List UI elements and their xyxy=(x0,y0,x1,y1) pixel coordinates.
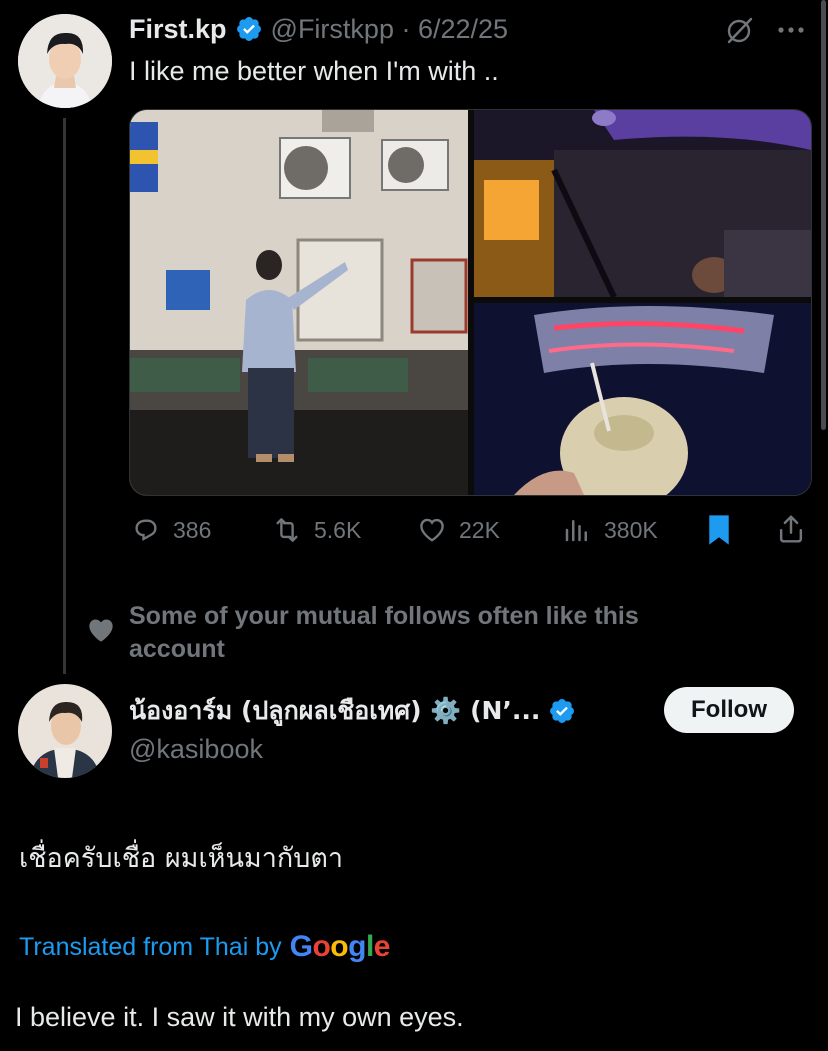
photo-car-at-night[interactable] xyxy=(474,110,811,299)
photo-coconut-neon-sign[interactable] xyxy=(474,303,811,495)
reply-handle[interactable]: @kasibook xyxy=(129,734,263,765)
reply-verified-badge-icon xyxy=(548,697,576,725)
scrollbar[interactable] xyxy=(821,0,826,430)
share-icon xyxy=(779,515,803,543)
avatar-first[interactable] xyxy=(18,14,112,108)
repost-count: 5.6K xyxy=(314,516,362,543)
like-count: 22K xyxy=(459,516,500,543)
translation-attribution[interactable]: Translated from Thai by Google xyxy=(19,930,390,964)
reply-text: เชื่อครับเชื่อ ผมเห็นมากับตา xyxy=(19,843,344,874)
repost-icon xyxy=(276,518,298,542)
translated-label: Translated from Thai by xyxy=(19,932,282,961)
share-button[interactable] xyxy=(776,513,806,545)
more-icon[interactable] xyxy=(776,22,808,38)
follow-button[interactable]: Follow xyxy=(664,687,794,733)
media-grid[interactable] xyxy=(129,109,812,496)
photo-man-pointing-at-wall[interactable] xyxy=(130,110,468,495)
translation-text: I believe it. I saw it with my own eyes. xyxy=(15,1002,464,1032)
author-handle-date[interactable]: @Firstkpp · 6/22/25 xyxy=(271,14,509,45)
author-name[interactable]: First.kp xyxy=(129,14,227,45)
social-context-text: Some of your mutual follows often like t… xyxy=(129,602,639,663)
like-action[interactable]: 22K xyxy=(417,512,500,548)
bookmark-icon xyxy=(709,515,729,545)
views-count: 380K xyxy=(604,516,658,543)
verified-badge-icon xyxy=(235,15,263,43)
reply-action[interactable]: 386 xyxy=(131,512,211,548)
thread-line xyxy=(63,118,66,674)
views-action[interactable]: 380K xyxy=(562,512,658,548)
social-context-heart-icon xyxy=(87,617,115,643)
repost-action[interactable]: 5.6K xyxy=(272,512,361,548)
reply-icon xyxy=(135,519,157,542)
heart-icon xyxy=(420,518,444,542)
avatar-reply[interactable] xyxy=(18,684,112,778)
tweet-text: I like me better when I'm with .. xyxy=(129,56,499,86)
views-icon xyxy=(565,520,587,542)
bookmark-button[interactable] xyxy=(704,513,734,547)
google-logo: Google xyxy=(289,930,391,963)
reply-author-name[interactable]: น้องอาร์ม (ปลูกผลเชือเทศ) ⚙️ (N’... xyxy=(129,691,540,731)
grok-icon[interactable] xyxy=(724,14,756,46)
reply-count: 386 xyxy=(173,516,212,543)
